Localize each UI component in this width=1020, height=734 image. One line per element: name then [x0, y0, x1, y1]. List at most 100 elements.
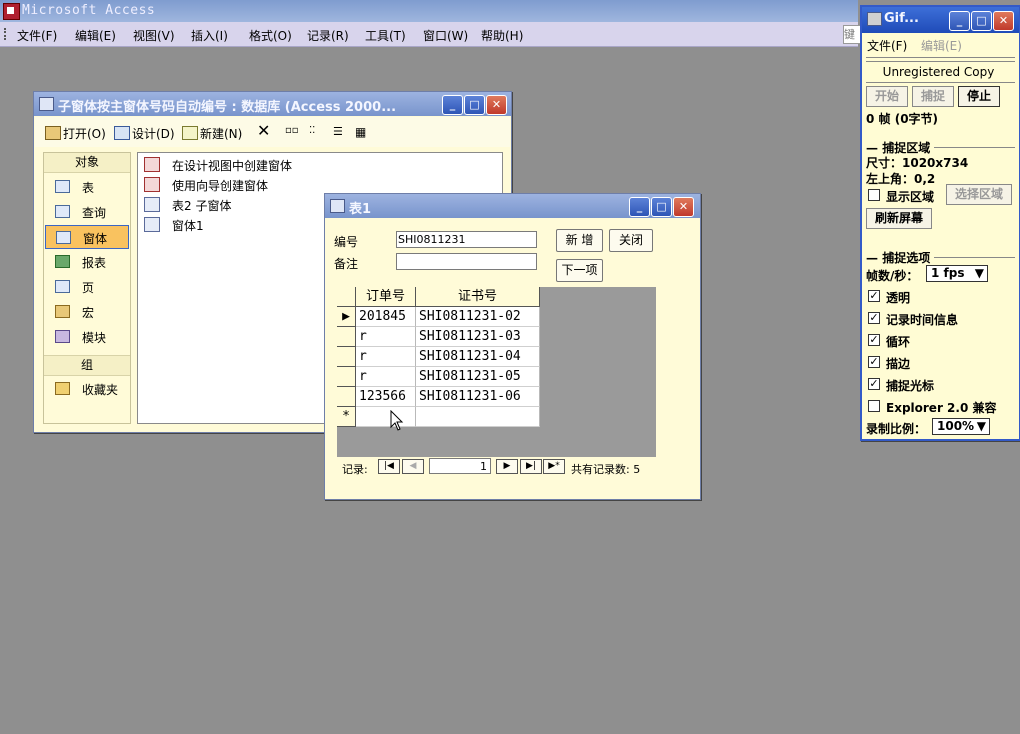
object-reports[interactable]: 报表 [45, 250, 129, 272]
object-pages[interactable]: 页 [45, 275, 129, 297]
menu-records[interactable]: 记录(R) [307, 27, 349, 44]
select-area-button[interactable]: 选择区域 [946, 184, 1012, 205]
grid-cell[interactable]: 123566 [356, 387, 416, 407]
row-selector[interactable] [337, 387, 356, 407]
object-queries[interactable]: 查询 [45, 200, 129, 222]
delete-icon[interactable]: ✕ [257, 121, 270, 140]
small-icons-icon[interactable]: ⁚⁚ [309, 125, 315, 136]
grid-cell[interactable]: SHI0811231-04 [416, 347, 540, 367]
close-button[interactable]: ✕ [993, 11, 1014, 31]
gif-window-title-bar[interactable]: Gif... _ □ ✕ [862, 7, 1019, 33]
form-window-title: 表1 [349, 202, 372, 217]
row-selector[interactable] [337, 347, 356, 367]
open-button[interactable]: 打开(O) [45, 125, 106, 142]
menu-help[interactable]: 帮助(H) [481, 27, 523, 44]
minimize-button[interactable]: _ [949, 11, 970, 31]
minimize-button[interactable]: _ [629, 197, 650, 217]
object-forms[interactable]: 窗体 [45, 225, 129, 249]
menu-window[interactable]: 窗口(W) [423, 27, 468, 44]
grid-cell[interactable]: SHI0811231-02 [416, 307, 540, 327]
grid-cell[interactable]: r [356, 347, 416, 367]
capture-cursor-checkbox[interactable]: ✓ [868, 378, 880, 390]
new-record-button[interactable]: 新 增 [556, 229, 603, 252]
record-number-input[interactable]: 1 [429, 458, 491, 474]
column-header-order[interactable]: 订单号 [356, 287, 416, 307]
database-toolbar: 打开(O) 设计(D) 新建(N) ✕ ▫▫ ⁚⁚ ☰ ▦ [35, 117, 510, 147]
grid-cell[interactable]: r [356, 327, 416, 347]
grid-cell[interactable]: 201845 [356, 307, 416, 327]
menu-tools[interactable]: 工具(T) [365, 27, 406, 44]
list-view-icon[interactable]: ☰ [333, 125, 343, 138]
menu-grip-icon[interactable] [4, 28, 8, 40]
capture-button[interactable]: 捕捉 [912, 86, 954, 107]
details-view-icon[interactable]: ▦ [355, 125, 366, 139]
new-record-icon[interactable]: ▶* [543, 459, 565, 474]
object-macros[interactable]: 宏 [45, 300, 129, 322]
menu-file[interactable]: 文件(F) [17, 27, 57, 44]
maximize-button[interactable]: □ [971, 11, 992, 31]
maximize-button[interactable]: □ [651, 197, 672, 217]
new-icon [182, 126, 198, 140]
gif-menu-edit[interactable]: 编辑(E) [921, 37, 962, 54]
grid-cell[interactable]: r [356, 367, 416, 387]
grid-cell[interactable]: SHI0811231-03 [416, 327, 540, 347]
gif-capture-window: Gif... _ □ ✕ 文件(F) 编辑(E) Unregistered Co… [860, 5, 1020, 441]
menu-insert[interactable]: 插入(I) [191, 27, 228, 44]
loop-label: 循环 [886, 335, 911, 349]
grid-cell[interactable]: SHI0811231-06 [416, 387, 540, 407]
row-selector[interactable] [337, 327, 356, 347]
refresh-screen-button[interactable]: 刷新屏幕 [866, 208, 932, 229]
select-all-cell[interactable] [337, 287, 356, 307]
large-icons-icon[interactable]: ▫▫ [285, 125, 299, 136]
minimize-button[interactable]: _ [442, 95, 463, 115]
previous-record-icon[interactable]: ◀ [402, 459, 424, 474]
close-form-button[interactable]: 关闭 [609, 229, 653, 252]
explorer-compat-checkbox[interactable] [868, 400, 880, 412]
stop-button[interactable]: 停止 [958, 86, 1000, 107]
last-record-icon[interactable]: ▶| [520, 459, 542, 474]
outline-checkbox[interactable]: ✓ [868, 356, 880, 368]
gif-menu-file[interactable]: 文件(F) [867, 37, 907, 54]
menu-edit[interactable]: 编辑(E) [75, 27, 116, 44]
app-title-bar[interactable]: Microsoft Access [0, 0, 858, 22]
start-button[interactable]: 开始 [866, 86, 908, 107]
new-button[interactable]: 新建(N) [182, 125, 242, 142]
transparent-checkbox[interactable]: ✓ [868, 290, 880, 302]
record-time-checkbox[interactable]: ✓ [868, 312, 880, 324]
scale-select[interactable]: 100% ▼ [932, 418, 990, 435]
fps-select[interactable]: 1 fps ▼ [926, 265, 988, 282]
new-row-cell[interactable] [416, 407, 540, 427]
grid-cell[interactable]: SHI0811231-05 [416, 367, 540, 387]
first-record-icon[interactable]: |◀ [378, 459, 400, 474]
help-search-box[interactable]: 键 [843, 25, 861, 44]
divider [934, 147, 1015, 148]
object-tables[interactable]: 表 [45, 175, 129, 197]
new-row-cell[interactable] [356, 407, 416, 427]
unregistered-label: Unregistered Copy [882, 65, 995, 79]
new-row-marker[interactable]: * [337, 407, 356, 427]
group-favorites[interactable]: 收藏夹 [45, 377, 129, 399]
menu-view[interactable]: 视图(V) [133, 27, 175, 44]
database-window-title-bar[interactable]: 子窗体按主窗体号码自动编号 : 数据库 (Access 2000... _ □ … [34, 92, 511, 116]
row-selector[interactable] [337, 367, 356, 387]
current-record-arrow-icon[interactable]: ▶ [337, 307, 356, 327]
capture-size: 尺寸：1020x734 [866, 156, 969, 170]
page-icon [55, 280, 70, 293]
design-button[interactable]: 设计(D) [114, 125, 175, 142]
menu-format[interactable]: 格式(O) [249, 27, 292, 44]
next-record-icon[interactable]: ▶ [496, 459, 518, 474]
number-input[interactable]: SHI0811231 [396, 231, 537, 248]
transparent-label: 透明 [886, 291, 911, 305]
note-input[interactable] [396, 253, 537, 270]
loop-checkbox[interactable]: ✓ [868, 334, 880, 346]
chevron-down-icon: ▼ [974, 266, 984, 280]
close-button[interactable]: ✕ [673, 197, 694, 217]
database-icon [39, 97, 54, 111]
form-window-title-bar[interactable]: 表1 _ □ ✕ [325, 194, 700, 218]
next-record-button[interactable]: 下一项 [556, 259, 603, 282]
column-header-cert[interactable]: 证书号 [416, 287, 540, 307]
show-area-checkbox[interactable] [868, 189, 880, 201]
maximize-button[interactable]: □ [464, 95, 485, 115]
close-button[interactable]: ✕ [486, 95, 507, 115]
object-modules[interactable]: 模块 [45, 325, 129, 347]
